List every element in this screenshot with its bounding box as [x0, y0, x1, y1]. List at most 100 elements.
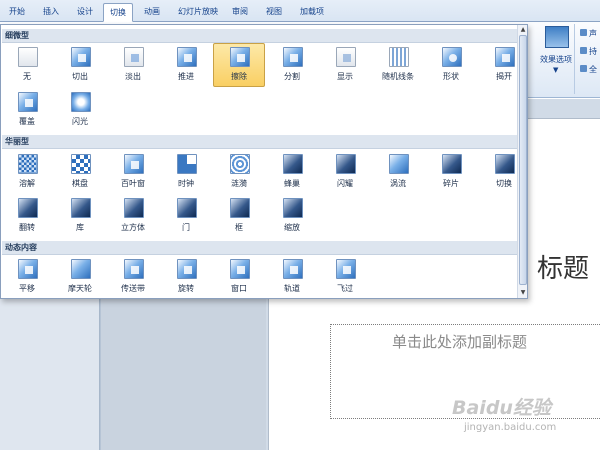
vortex-transition-icon	[389, 154, 409, 174]
transition-cover[interactable]: 覆盖	[1, 88, 53, 132]
transition-label: 库	[76, 223, 84, 232]
subtitle-placeholder-text: 单击此处添加副标题	[392, 333, 528, 351]
gallery-scrollbar[interactable]: ▲ ▼	[517, 25, 527, 298]
apply-all-icon	[580, 65, 587, 72]
transition-random-bars[interactable]: 随机线条	[372, 43, 424, 87]
transition-label: 无	[23, 72, 31, 81]
chevron-down-icon[interactable]: ▼	[553, 66, 558, 74]
transition-shred[interactable]: 碎片	[425, 150, 477, 194]
scroll-thumb[interactable]	[519, 35, 527, 285]
transition-clock[interactable]: 时钟	[160, 150, 212, 194]
transition-wipe[interactable]: 擦除	[213, 43, 265, 87]
checkerboard-transition-icon	[71, 154, 91, 174]
transition-rotate[interactable]: 旋转	[160, 255, 212, 299]
glitter-transition-icon	[336, 154, 356, 174]
effect-options-button[interactable]: 效果选项	[540, 54, 572, 65]
blinds-transition-icon	[124, 154, 144, 174]
tab-slideshow[interactable]: 幻灯片放映	[172, 3, 224, 22]
transition-label: 窗口	[231, 284, 247, 293]
tab-insert[interactable]: 插入	[37, 3, 65, 22]
transition-push[interactable]: 推进	[160, 43, 212, 87]
transition-label: 涡流	[390, 179, 406, 188]
switch-transition-icon	[495, 154, 515, 174]
transition-blinds[interactable]: 百叶窗	[107, 150, 159, 194]
tab-transitions[interactable]: 切换	[103, 3, 133, 22]
transition-label: 溶解	[19, 179, 35, 188]
fade-transition-icon	[124, 47, 144, 67]
orbit-transition-icon	[283, 259, 303, 279]
transition-conveyor[interactable]: 传送带	[107, 255, 159, 299]
duration-command[interactable]: 持	[580, 46, 597, 57]
slide-title-placeholder[interactable]: 标题	[537, 248, 589, 285]
watermark-url: jingyan.baidu.com	[464, 422, 557, 433]
clock-transition-icon	[177, 154, 197, 174]
scroll-down-arrow-icon[interactable]: ▼	[518, 288, 528, 298]
transition-ripple[interactable]: 涟漪	[213, 150, 265, 194]
transition-label: 立方体	[121, 223, 145, 232]
transition-window[interactable]: 窗口	[213, 255, 265, 299]
transition-glitter[interactable]: 闪耀	[319, 150, 371, 194]
zoom-transition-icon	[283, 198, 303, 218]
ribbon-tab-bar: 开始 插入 设计 切换 动画 幻灯片放映 审阅 视图 加载项	[0, 0, 600, 22]
transition-label: 飞过	[337, 284, 353, 293]
random-bars-transition-icon	[389, 47, 409, 67]
transition-cut[interactable]: 切出	[54, 43, 106, 87]
transition-gallery[interactable]: 库	[54, 194, 106, 238]
gallery-transition-icon	[71, 198, 91, 218]
rotate-transition-icon	[177, 259, 197, 279]
window-transition-icon	[230, 259, 250, 279]
transition-honeycomb[interactable]: 蜂巢	[266, 150, 318, 194]
transition-doors[interactable]: 门	[160, 194, 212, 238]
cut-transition-icon	[71, 47, 91, 67]
group-header-exciting: 华丽型	[2, 135, 518, 149]
effect-options-icon[interactable]	[545, 26, 569, 48]
tab-home[interactable]: 开始	[3, 3, 31, 22]
transition-split[interactable]: 分割	[266, 43, 318, 87]
transition-none[interactable]: 无	[1, 43, 53, 87]
transition-zoom[interactable]: 缩放	[266, 194, 318, 238]
tab-animations[interactable]: 动画	[138, 3, 166, 22]
transition-fade[interactable]: 淡出	[107, 43, 159, 87]
transition-vortex[interactable]: 涡流	[372, 150, 424, 194]
cube-transition-icon	[124, 198, 144, 218]
transition-label: 蜂巢	[284, 179, 300, 188]
transition-label: 闪光	[72, 117, 88, 126]
tab-review[interactable]: 审阅	[226, 3, 254, 22]
tab-addins[interactable]: 加载项	[294, 3, 330, 22]
transition-label: 推进	[178, 72, 194, 81]
transition-label: 覆盖	[19, 117, 35, 126]
transition-label: 形状	[443, 72, 459, 81]
transition-label: 闪耀	[337, 179, 353, 188]
transition-reveal[interactable]: 显示	[319, 43, 371, 87]
transition-box[interactable]: 框	[213, 194, 265, 238]
transition-label: 门	[182, 223, 190, 232]
duration-command-label: 持	[589, 47, 597, 56]
pan-transition-icon	[18, 259, 38, 279]
transition-label: 切出	[72, 72, 88, 81]
transition-orbit[interactable]: 轨道	[266, 255, 318, 299]
transitions-gallery: 细微型 无 切出 淡出 推进 擦除 分割 显示 随机线条 形状 揭开 覆盖 闪光…	[0, 24, 528, 299]
transition-checkerboard[interactable]: 棋盘	[54, 150, 106, 194]
transition-shape[interactable]: 形状	[425, 43, 477, 87]
sound-command[interactable]: 声	[580, 28, 597, 39]
conveyor-transition-icon	[124, 259, 144, 279]
transition-fly-through[interactable]: 飞过	[319, 255, 371, 299]
transition-dissolve[interactable]: 溶解	[1, 150, 53, 194]
apply-all-command[interactable]: 全	[580, 64, 597, 75]
wipe-transition-icon	[230, 47, 250, 67]
doors-transition-icon	[177, 198, 197, 218]
transition-flip[interactable]: 翻转	[1, 194, 53, 238]
transition-ferris-wheel[interactable]: 摩天轮	[54, 255, 106, 299]
scroll-up-arrow-icon[interactable]: ▲	[518, 25, 528, 35]
duration-icon	[580, 47, 587, 54]
tab-design[interactable]: 设计	[71, 3, 99, 22]
transition-cube[interactable]: 立方体	[107, 194, 159, 238]
transition-pan[interactable]: 平移	[1, 255, 53, 299]
tab-view[interactable]: 视图	[260, 3, 288, 22]
transition-flash[interactable]: 闪光	[54, 88, 106, 132]
transition-label: 平移	[19, 284, 35, 293]
transition-label: 碎片	[443, 179, 459, 188]
transition-label: 旋转	[178, 284, 194, 293]
apply-all-command-label: 全	[589, 65, 597, 74]
transition-label: 框	[235, 223, 243, 232]
